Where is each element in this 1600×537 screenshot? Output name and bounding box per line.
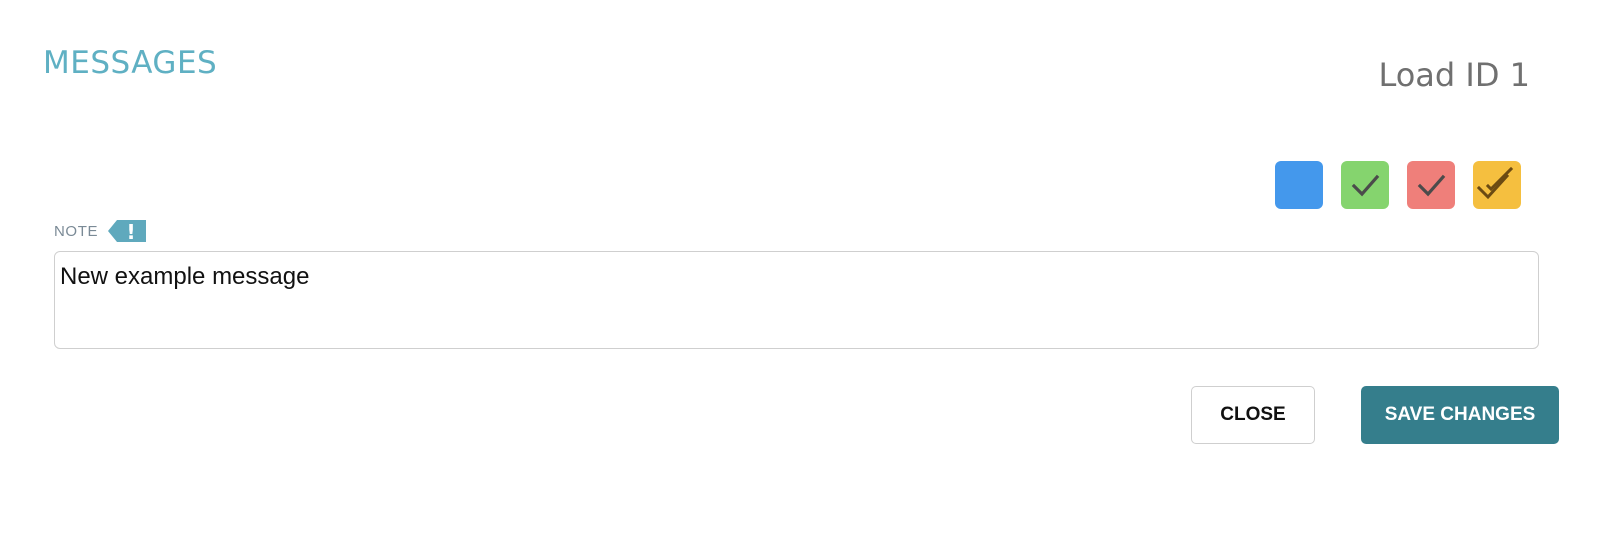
save-changes-button[interactable]: SAVE CHANGES [1361, 386, 1559, 444]
load-id-label: Load ID 1 [1378, 56, 1530, 94]
note-label: NOTE [54, 222, 99, 240]
swatch-green[interactable] [1341, 161, 1389, 209]
swatch-red[interactable] [1407, 161, 1455, 209]
color-swatch-group [1275, 161, 1521, 209]
close-button[interactable]: CLOSE [1191, 386, 1315, 444]
swatch-blue[interactable] [1275, 161, 1323, 209]
check-icon [1417, 174, 1446, 197]
exclamation-icon: ! [127, 220, 136, 244]
double-check-icon [1476, 166, 1514, 200]
exclamation-tag-icon: ! [108, 220, 147, 244]
note-textarea[interactable] [54, 251, 1539, 349]
check-icon [1351, 174, 1380, 197]
dialog-title: MESSAGES [43, 45, 218, 81]
note-label-row: NOTE ! [54, 216, 148, 246]
swatch-yellow[interactable] [1473, 161, 1521, 209]
